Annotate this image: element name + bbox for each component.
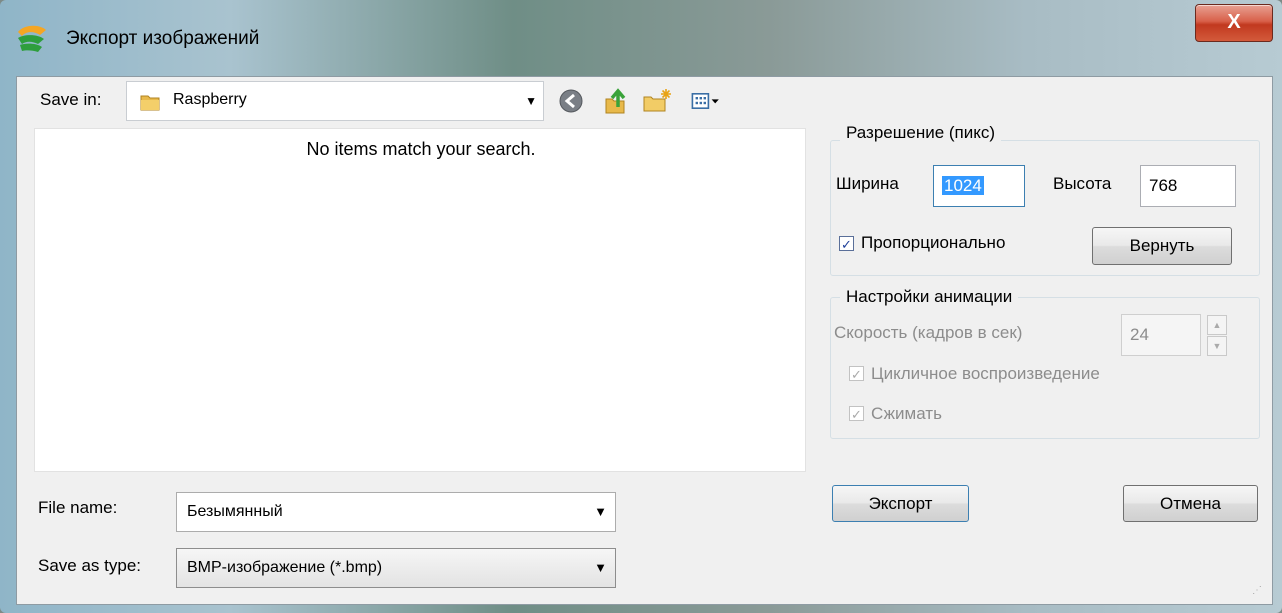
file-list[interactable]: No items match your search. — [34, 128, 806, 472]
chevron-down-icon[interactable]: ▼ — [594, 504, 607, 519]
spin-down-button[interactable]: ▼ — [1207, 336, 1227, 356]
save-in-value: Raspberry — [173, 91, 247, 108]
height-input[interactable]: 768 — [1140, 165, 1236, 207]
loop-checkbox[interactable]: ✓ — [849, 366, 864, 382]
file-name-value[interactable]: Безымянный — [187, 503, 283, 521]
width-label: Ширина — [836, 174, 899, 193]
back-icon[interactable] — [555, 85, 587, 117]
cancel-button[interactable]: Отмена — [1123, 485, 1258, 522]
chevron-down-icon[interactable]: ▼ — [525, 94, 537, 108]
file-name-label: File name: — [38, 498, 118, 517]
window-title: Экспорт изображений — [66, 28, 260, 49]
title-bar[interactable]: Экспорт изображений X — [0, 0, 1282, 76]
chevron-down-icon[interactable]: ▼ — [594, 560, 607, 575]
close-button[interactable]: X — [1195, 4, 1273, 42]
speed-label: Скорость (кадров в сек) — [834, 323, 1023, 342]
save-as-type-value: BMP-изображение (*.bmp) — [187, 559, 383, 576]
speed-input[interactable]: 24 — [1121, 314, 1201, 356]
resize-grip-icon[interactable]: ⋰ — [1252, 585, 1262, 596]
up-folder-icon[interactable] — [600, 85, 632, 117]
proportional-label[interactable]: Пропорционально — [861, 233, 1005, 253]
animation-legend: Настройки анимации — [840, 287, 1019, 307]
file-name-combobox[interactable]: Безымянный ▼ — [176, 492, 616, 532]
save-as-type-label: Save as type: — [38, 556, 142, 575]
save-in-label: Save in: — [40, 90, 102, 109]
spin-up-button[interactable]: ▲ — [1207, 315, 1227, 335]
width-input[interactable]: 1024 — [933, 165, 1025, 207]
save-as-type-select[interactable]: BMP-изображение (*.bmp) ▼ — [176, 548, 616, 588]
proportional-checkbox[interactable]: ✓ — [839, 236, 854, 252]
export-button[interactable]: Экспорт — [832, 485, 969, 522]
view-menu-icon[interactable] — [690, 85, 722, 117]
resolution-legend: Разрешение (пикс) — [840, 123, 1002, 143]
loop-label[interactable]: Цикличное воспроизведение — [871, 364, 1100, 384]
app-logo-icon — [18, 25, 46, 52]
compress-checkbox[interactable]: ✓ — [849, 406, 864, 422]
height-label: Высота — [1053, 174, 1112, 193]
new-folder-icon[interactable] — [641, 85, 673, 117]
width-value: 1024 — [942, 176, 984, 195]
folder-icon — [140, 95, 160, 111]
reset-button[interactable]: Вернуть — [1092, 227, 1232, 265]
compress-label[interactable]: Сжимать — [871, 404, 942, 424]
save-in-combobox[interactable]: Raspberry ▼ — [126, 81, 544, 121]
empty-list-message: No items match your search. — [306, 139, 536, 159]
